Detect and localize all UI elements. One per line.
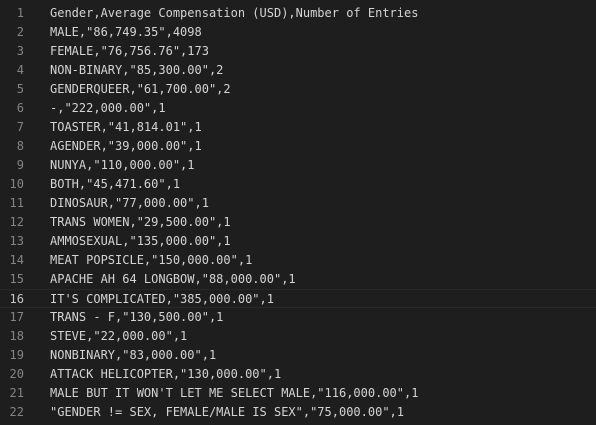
line-text[interactable]: BOTH,"45,471.60",1 xyxy=(50,175,180,194)
editor-line[interactable]: 13 AMMOSEXUAL,"135,000.00",1 xyxy=(0,232,596,251)
editor-line[interactable]: 17 TRANS - F,"130,500.00",1 xyxy=(0,308,596,327)
line-text[interactable]: MEAT POPSICLE,"150,000.00",1 xyxy=(50,251,252,270)
line-number: 2 xyxy=(16,25,24,39)
line-number: 20 xyxy=(9,367,24,381)
line-number: 9 xyxy=(16,158,24,172)
editor-line[interactable]: 12 TRANS WOMEN,"29,500.00",1 xyxy=(0,213,596,232)
line-text[interactable]: MALE,"86,749.35",4098 xyxy=(50,23,202,42)
line-text[interactable]: Gender,Average Compensation (USD),Number… xyxy=(50,4,418,23)
line-text[interactable]: ATTACK HELICOPTER,"130,000.00",1 xyxy=(50,365,281,384)
editor-line[interactable]: 8 AGENDER,"39,000.00",1 xyxy=(0,137,596,156)
editor-line[interactable]: 9 NUNYA,"110,000.00",1 xyxy=(0,156,596,175)
line-text[interactable]: TRANS - F,"130,500.00",1 xyxy=(50,308,223,327)
line-text[interactable]: AGENDER,"39,000.00",1 xyxy=(50,137,202,156)
line-number: 21 xyxy=(9,386,24,400)
editor-line[interactable]: 15 APACHE AH 64 LONGBOW,"88,000.00",1 xyxy=(0,270,596,289)
line-number: 15 xyxy=(9,272,24,286)
line-text[interactable]: FEMALE,"76,756.76",173 xyxy=(50,42,209,61)
line-text[interactable]: -,"222,000.00",1 xyxy=(50,99,166,118)
line-text[interactable]: TRANS WOMEN,"29,500.00",1 xyxy=(50,213,231,232)
editor-line[interactable]: 20 ATTACK HELICOPTER,"130,000.00",1 xyxy=(0,365,596,384)
line-text[interactable]: IT'S COMPLICATED,"385,000.00",1 xyxy=(50,290,274,309)
line-number: 17 xyxy=(9,310,24,324)
editor-line[interactable]: 4 NON-BINARY,"85,300.00",2 xyxy=(0,61,596,80)
line-number: 22 xyxy=(9,405,24,419)
line-number: 7 xyxy=(16,120,24,134)
editor-line[interactable]: 7 TOASTER,"41,814.01",1 xyxy=(0,118,596,137)
line-number: 11 xyxy=(9,196,24,210)
line-text[interactable]: MALE BUT IT WON'T LET ME SELECT MALE,"11… xyxy=(50,384,418,403)
line-number: 14 xyxy=(9,253,24,267)
line-text[interactable]: AMMOSEXUAL,"135,000.00",1 xyxy=(50,232,231,251)
line-text[interactable]: GENDERQUEER,"61,700.00",2 xyxy=(50,80,231,99)
editor-line[interactable]: 22 "GENDER != SEX, FEMALE/MALE IS SEX","… xyxy=(0,403,596,422)
line-text[interactable]: APACHE AH 64 LONGBOW,"88,000.00",1 xyxy=(50,270,296,289)
line-number: 18 xyxy=(9,329,24,343)
editor-line[interactable]: 6 -,"222,000.00",1 xyxy=(0,99,596,118)
editor-line[interactable]: 18 STEVE,"22,000.00",1 xyxy=(0,327,596,346)
line-number: 16 xyxy=(9,292,24,306)
editor-line[interactable]: 1 Gender,Average Compensation (USD),Numb… xyxy=(0,4,596,23)
line-text[interactable]: NON-BINARY,"85,300.00",2 xyxy=(50,61,223,80)
line-text[interactable]: TOASTER,"41,814.01",1 xyxy=(50,118,202,137)
editor-line[interactable]: 14 MEAT POPSICLE,"150,000.00",1 xyxy=(0,251,596,270)
line-number: 4 xyxy=(16,63,24,77)
editor-line[interactable]: 5 GENDERQUEER,"61,700.00",2 xyxy=(0,80,596,99)
editor-line[interactable]: 11 DINOSAUR,"77,000.00",1 xyxy=(0,194,596,213)
line-number: 1 xyxy=(16,6,24,20)
line-number: 5 xyxy=(16,82,24,96)
line-text[interactable]: STEVE,"22,000.00",1 xyxy=(50,327,187,346)
line-text[interactable]: NONBINARY,"83,000.00",1 xyxy=(50,346,216,365)
line-number: 3 xyxy=(16,44,24,58)
editor-line[interactable]: 3 FEMALE,"76,756.76",173 xyxy=(0,42,596,61)
line-text[interactable]: DINOSAUR,"77,000.00",1 xyxy=(50,194,209,213)
editor-line[interactable]: 2 MALE,"86,749.35",4098 xyxy=(0,23,596,42)
line-text[interactable]: "GENDER != SEX, FEMALE/MALE IS SEX","75,… xyxy=(50,403,404,422)
line-number: 12 xyxy=(9,215,24,229)
line-number: 6 xyxy=(16,101,24,115)
editor-line[interactable]: 21 MALE BUT IT WON'T LET ME SELECT MALE,… xyxy=(0,384,596,403)
editor-line[interactable]: 19 NONBINARY,"83,000.00",1 xyxy=(0,346,596,365)
line-number: 10 xyxy=(9,177,24,191)
code-editor[interactable]: 1 Gender,Average Compensation (USD),Numb… xyxy=(0,0,596,425)
line-number: 19 xyxy=(9,348,24,362)
line-number: 8 xyxy=(16,139,24,153)
line-text[interactable]: NUNYA,"110,000.00",1 xyxy=(50,156,195,175)
line-number: 13 xyxy=(9,234,24,248)
editor-line-current[interactable]: 16 IT'S COMPLICATED,"385,000.00",1 xyxy=(0,289,596,308)
editor-line[interactable]: 10 BOTH,"45,471.60",1 xyxy=(0,175,596,194)
